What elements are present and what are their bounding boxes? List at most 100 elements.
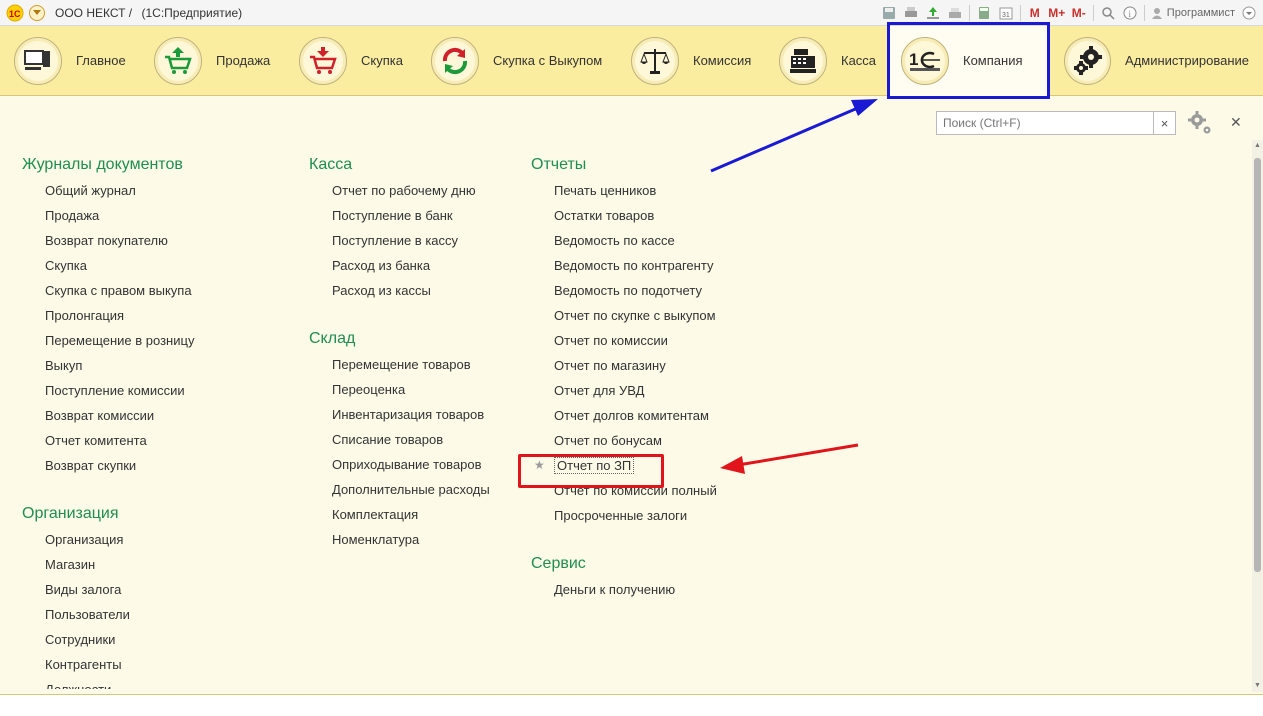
nav-item[interactable]: Комплектация xyxy=(309,502,490,527)
window-title-company: ООО НЕКСТ / xyxy=(55,5,133,20)
section-sales[interactable]: Продажа xyxy=(140,26,285,96)
search-input[interactable] xyxy=(936,111,1154,135)
nav-item[interactable]: Отчет для УВД xyxy=(531,378,717,403)
nav-item-label: Отчет по ЗП xyxy=(554,457,635,474)
nav-item[interactable]: Отчет комитента xyxy=(22,428,194,453)
titlebar-tools: 31 M M+ M- i Программист xyxy=(881,0,1257,26)
memory-plus-button[interactable]: M+ xyxy=(1048,5,1065,21)
calculator-icon[interactable] xyxy=(976,5,992,21)
cycle-icon xyxy=(431,36,479,85)
nav-item[interactable]: Магазин xyxy=(22,552,130,577)
favorite-star-icon[interactable]: ★ xyxy=(534,453,545,478)
nav-item[interactable]: Пролонгация xyxy=(22,303,194,328)
nav-item[interactable]: Сотрудники xyxy=(22,627,130,652)
gears-icon xyxy=(1064,36,1112,85)
nav-item[interactable]: Печать ценников xyxy=(531,178,717,203)
settings-gear-icon[interactable] xyxy=(1187,110,1213,136)
section-cash[interactable]: Касса xyxy=(765,26,887,96)
upload-icon[interactable] xyxy=(925,5,941,21)
1c-logo-icon[interactable]: 1С xyxy=(5,3,25,23)
clear-search-button[interactable]: × xyxy=(1154,111,1176,135)
nav-item[interactable]: Отчет по комиссии полный xyxy=(531,478,717,503)
section-label: Касса xyxy=(841,53,877,68)
save-icon[interactable] xyxy=(881,5,897,21)
nav-item[interactable]: Перемещение товаров xyxy=(309,352,490,377)
nav-item[interactable]: Продажа xyxy=(22,203,194,228)
nav-item[interactable]: Скупка с правом выкупа xyxy=(22,278,194,303)
nav-item[interactable]: Общий журнал xyxy=(22,178,194,203)
nav-item[interactable]: Пользователи xyxy=(22,602,130,627)
window-title-app: (1С:Предприятие) xyxy=(141,5,243,20)
nav-item[interactable]: Остатки товаров xyxy=(531,203,717,228)
nav-item[interactable]: Скупка xyxy=(22,253,194,278)
toolbar-separator xyxy=(1092,5,1094,21)
nav-item[interactable]: Поступление комиссии xyxy=(22,378,194,403)
nav-item[interactable]: Ведомость по подотчету xyxy=(531,278,717,303)
window-menu-button[interactable] xyxy=(1241,5,1257,21)
scroll-up-icon[interactable]: ▲ xyxy=(1252,140,1263,150)
nav-item[interactable]: Дополнительные расходы xyxy=(309,477,490,502)
column-2: Касса Отчет по рабочему дню Поступление … xyxy=(309,155,476,303)
nav-item[interactable]: Выкуп xyxy=(22,353,194,378)
memory-minus-button[interactable]: M- xyxy=(1071,5,1087,21)
current-user[interactable]: Программист xyxy=(1151,7,1235,19)
nav-item[interactable]: Расход из банка xyxy=(309,253,476,278)
nav-item[interactable]: Расход из кассы xyxy=(309,278,476,303)
nav-item[interactable]: Возврат покупателю xyxy=(22,228,194,253)
scrollbar-thumb[interactable] xyxy=(1254,158,1261,572)
nav-item[interactable]: Списание товаров xyxy=(309,427,490,452)
section-administration[interactable]: Администрирование xyxy=(1050,26,1255,96)
section-label: Главное xyxy=(76,53,126,68)
section-company[interactable]: 1 Компания xyxy=(887,25,1050,96)
nav-item[interactable]: Отчет по скупке с выкупом xyxy=(531,303,717,328)
toolbar-separator xyxy=(1019,5,1021,21)
section-label: Компания xyxy=(963,53,1023,68)
memory-button[interactable]: M xyxy=(1027,5,1043,21)
print-preview-icon[interactable] xyxy=(947,5,963,21)
section-commission[interactable]: Комиссия xyxy=(617,26,765,96)
column-2-warehouse: Склад Перемещение товаров Переоценка Инв… xyxy=(309,329,490,552)
nav-item[interactable]: Должности xyxy=(22,677,130,689)
nav-item[interactable]: Отчет по бонусам xyxy=(531,428,717,453)
reports-list: Печать ценников Остатки товаров Ведомост… xyxy=(531,178,717,528)
user-name: Программист xyxy=(1166,7,1235,19)
company-logo-icon: 1 xyxy=(901,36,949,85)
nav-item[interactable]: Перемещение в розницу xyxy=(22,328,194,353)
zoom-icon[interactable] xyxy=(1100,5,1116,21)
nav-item[interactable]: Контрагенты xyxy=(22,652,130,677)
nav-item[interactable]: Организация xyxy=(22,527,130,552)
scales-icon xyxy=(631,36,679,85)
info-icon[interactable]: i xyxy=(1122,5,1138,21)
scroll-down-icon[interactable]: ▼ xyxy=(1252,680,1263,690)
section-main[interactable]: Главное xyxy=(0,26,140,96)
print-icon[interactable] xyxy=(903,5,919,21)
nav-item[interactable]: Виды залога xyxy=(22,577,130,602)
nav-item[interactable]: Отчет по магазину xyxy=(531,353,717,378)
nav-item[interactable]: Ведомость по контрагенту xyxy=(531,253,717,278)
close-icon[interactable]: ✕ xyxy=(1230,114,1242,131)
nav-item[interactable]: Отчет долгов комитентам xyxy=(531,403,717,428)
nav-item-salary-report[interactable]: ★ Отчет по ЗП xyxy=(531,453,717,478)
computer-icon xyxy=(14,36,62,85)
svg-text:31: 31 xyxy=(1002,12,1010,19)
main-menu-button[interactable] xyxy=(29,4,45,21)
nav-item[interactable]: Ведомость по кассе xyxy=(531,228,717,253)
nav-item[interactable]: Переоценка xyxy=(309,377,490,402)
nav-item[interactable]: Отчет по рабочему дню xyxy=(309,178,476,203)
nav-item[interactable]: Инвентаризация товаров xyxy=(309,402,490,427)
section-label: Продажа xyxy=(216,53,271,68)
nav-item[interactable]: Отчет по комиссии xyxy=(531,328,717,353)
cash-register-icon xyxy=(779,36,827,85)
nav-item[interactable]: Деньги к получению xyxy=(531,577,675,602)
nav-item[interactable]: Поступление в кассу xyxy=(309,228,476,253)
section-purchase[interactable]: Скупка xyxy=(285,26,417,96)
nav-item[interactable]: Возврат скупки xyxy=(22,453,194,478)
nav-item[interactable]: Возврат комиссии xyxy=(22,403,194,428)
nav-item[interactable]: Просроченные залоги xyxy=(531,503,717,528)
nav-item[interactable]: Оприходывание товаров xyxy=(309,452,490,477)
svg-text:1С: 1С xyxy=(9,9,21,19)
nav-item[interactable]: Поступление в банк xyxy=(309,203,476,228)
section-purchase-redemption[interactable]: Скупка с Выкупом xyxy=(417,26,617,96)
nav-item[interactable]: Номенклатура xyxy=(309,527,490,552)
calendar-icon[interactable]: 31 xyxy=(998,5,1014,21)
